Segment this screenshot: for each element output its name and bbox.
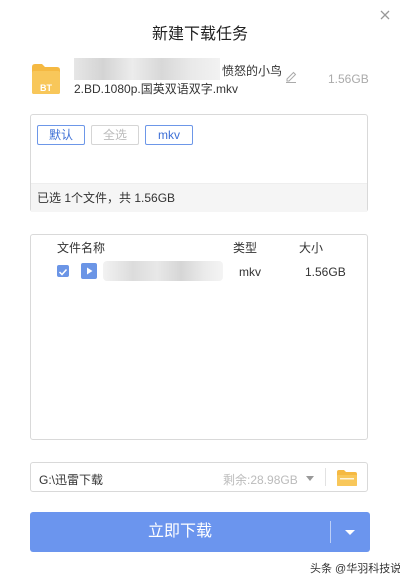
task-name-line2: 2.BD.1080p.国英双语双字.mkv bbox=[74, 82, 239, 96]
checkmark-icon bbox=[58, 268, 68, 276]
file-size-cell: 1.56GB bbox=[305, 265, 346, 279]
close-icon[interactable] bbox=[378, 8, 392, 22]
file-name-redacted bbox=[103, 261, 223, 281]
bt-icon-label: BT bbox=[40, 83, 52, 93]
video-file-icon bbox=[81, 263, 97, 279]
task-size: 1.56GB bbox=[328, 72, 369, 86]
selection-summary: 已选 1个文件，共 1.56GB bbox=[31, 183, 367, 212]
divider bbox=[325, 468, 326, 486]
file-type-cell: mkv bbox=[239, 265, 261, 279]
filter-panel: 默认 全选 mkv 已选 1个文件，共 1.56GB bbox=[30, 114, 368, 212]
task-name-redacted bbox=[74, 58, 220, 80]
task-name-line1: 愤怒的小鸟 bbox=[222, 64, 283, 78]
save-path-field[interactable]: G:\迅雷下载 剩余:28.98GB bbox=[30, 462, 368, 492]
chevron-down-icon[interactable] bbox=[335, 524, 365, 540]
bt-file-icon: BT bbox=[32, 64, 60, 94]
file-list: 文件名称 类型 大小 mkv 1.56GB bbox=[30, 234, 368, 440]
download-button-group: 立即下载 bbox=[30, 512, 370, 552]
folder-icon[interactable] bbox=[336, 469, 358, 487]
column-header-size[interactable]: 大小 bbox=[299, 239, 323, 256]
column-header-type[interactable]: 类型 bbox=[233, 239, 257, 256]
download-now-button[interactable]: 立即下载 bbox=[30, 512, 330, 552]
filter-mkv-button[interactable]: mkv bbox=[145, 125, 193, 145]
free-space-text: 剩余:28.98GB bbox=[223, 473, 298, 487]
divider bbox=[330, 521, 331, 543]
column-header-name[interactable]: 文件名称 bbox=[57, 239, 105, 256]
filter-default-button[interactable]: 默认 bbox=[37, 125, 85, 145]
row-checkbox[interactable] bbox=[57, 265, 69, 277]
filter-select-all-button[interactable]: 全选 bbox=[91, 125, 139, 145]
chevron-down-icon[interactable] bbox=[303, 471, 317, 485]
save-path-text: G:\迅雷下载 bbox=[39, 473, 104, 487]
dialog-title: 新建下载任务 bbox=[151, 26, 248, 43]
watermark: 头条 @华羽科技说 bbox=[310, 563, 400, 575]
edit-icon[interactable] bbox=[284, 70, 298, 84]
